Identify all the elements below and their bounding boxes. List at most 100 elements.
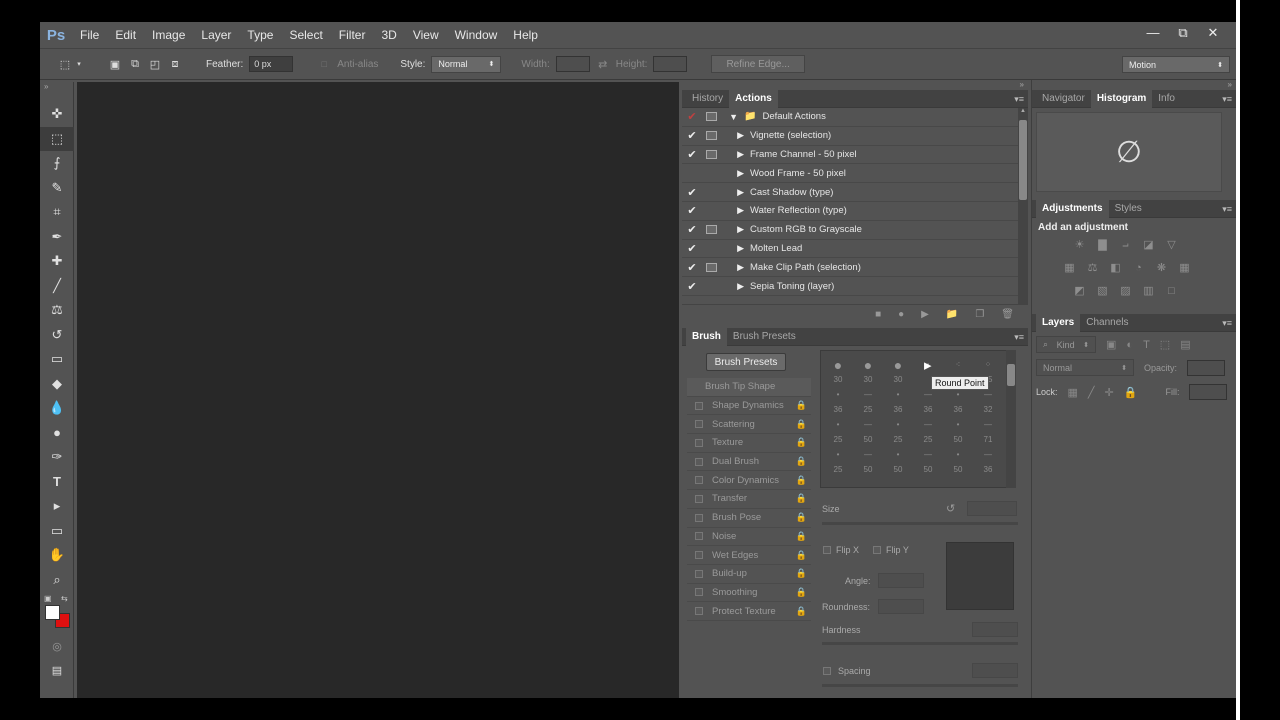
brush-tip-icon[interactable]: • [943, 417, 973, 432]
dialog-toggle[interactable] [702, 225, 720, 235]
menu-window[interactable]: Window [447, 22, 506, 48]
lock-icon[interactable]: 🔒 [796, 587, 807, 598]
hue-sat-icon[interactable]: ▦ [1062, 260, 1077, 275]
brush-option-row[interactable]: Scattering 🔒 [687, 415, 811, 435]
actions-scrollbar[interactable]: ▲ [1018, 108, 1028, 304]
refine-edge-button[interactable]: Refine Edge... [711, 55, 805, 73]
feather-input[interactable]: 0 px [249, 56, 294, 72]
curves-icon[interactable]: ⨼ [1118, 237, 1133, 252]
brush-tip-size[interactable]: 25 [913, 432, 943, 447]
lock-pixels-icon[interactable]: ▦ [1068, 386, 1078, 399]
spacing-input[interactable] [972, 663, 1018, 678]
action-set-row[interactable]: ✔ ▼ 📁 Default Actions [682, 108, 1028, 127]
brush-option-row[interactable]: Shape Dynamics 🔒 [687, 397, 811, 416]
brush-option-checkbox[interactable] [695, 569, 703, 578]
shape-filter-icon[interactable]: ⬚ [1160, 338, 1170, 351]
layers-menu-icon[interactable]: ▾≡ [1222, 314, 1232, 332]
style-select[interactable]: Normal ⬍ [431, 55, 502, 73]
tab-info[interactable]: Info [1152, 90, 1181, 108]
menu-type[interactable]: Type [239, 22, 281, 48]
collapse-triangle-icon[interactable]: ▶ [720, 224, 750, 235]
brush-option-checkbox[interactable] [695, 476, 703, 485]
brush-option-row[interactable]: Color Dynamics 🔒 [687, 471, 811, 491]
tab-channels[interactable]: Channels [1080, 314, 1134, 332]
restore-button[interactable]: ⧉ [1168, 22, 1198, 44]
brush-tip-icon[interactable]: ● [853, 357, 883, 373]
brush-option-row[interactable]: Transfer 🔒 [687, 490, 811, 509]
adjustments-menu-icon[interactable]: ▾≡ [1222, 200, 1232, 218]
angle-input[interactable] [878, 573, 924, 588]
hardness-input[interactable] [972, 622, 1018, 637]
panel-collapse-icon[interactable]: » [682, 80, 1028, 90]
brush-tip-icon[interactable]: • [823, 447, 853, 462]
marquee-preset-icon[interactable]: ⬚ [58, 57, 72, 71]
brush-tip-size[interactable]: 50 [913, 462, 943, 477]
brush-tip-icon[interactable]: • [883, 447, 913, 462]
brush-tip-size[interactable]: 25 [823, 462, 853, 477]
lock-icon[interactable]: 🔒 [796, 456, 807, 467]
brush-option-checkbox[interactable] [695, 588, 703, 597]
toggle-check-icon[interactable]: ✔ [682, 242, 702, 255]
eyedropper-tool-icon[interactable]: ✒ [40, 225, 74, 250]
posterize-icon[interactable]: ▧ [1095, 283, 1110, 298]
roundness-input[interactable] [878, 599, 924, 614]
tab-history[interactable]: History [686, 90, 729, 108]
exposure-icon[interactable]: ◪ [1141, 237, 1156, 252]
play-icon[interactable]: ▶ [921, 309, 929, 320]
toggle-check-icon[interactable]: ✔ [682, 280, 702, 293]
rectangle-tool-icon[interactable]: ▭ [40, 519, 74, 544]
type-filter-icon[interactable]: T [1143, 339, 1150, 351]
pen-tool-icon[interactable]: ✑ [40, 445, 74, 470]
action-row[interactable]: ✔ ▶ Frame Channel - 50 pixel [682, 146, 1028, 165]
brush-tip-size[interactable]: 25 [883, 432, 913, 447]
brush-tip-size[interactable]: 25 [853, 402, 883, 417]
toolbox-collapse-icon[interactable]: » [40, 82, 73, 102]
brush-angle-preview[interactable] [946, 542, 1014, 610]
menu-file[interactable]: File [72, 22, 107, 48]
preset-dropdown-icon[interactable]: ▾ [72, 57, 86, 71]
dialog-toggle[interactable] [702, 262, 720, 272]
toggle-check-icon[interactable]: ✔ [682, 129, 702, 142]
collapse-triangle-icon[interactable]: ▶ [720, 262, 750, 273]
brush-option-row[interactable]: Brush Pose 🔒 [687, 509, 811, 528]
brush-grid-scrollbar[interactable] [1006, 350, 1016, 488]
black-white-icon[interactable]: ◧ [1108, 260, 1123, 275]
brush-option-checkbox[interactable] [695, 532, 703, 541]
toggle-check-icon[interactable]: ✔ [682, 148, 702, 161]
healing-brush-tool-icon[interactable]: ✚ [40, 249, 74, 274]
collapse-triangle-icon[interactable]: ▶ [720, 130, 750, 141]
history-brush-tool-icon[interactable]: ↺ [40, 323, 74, 348]
antialias-checkbox[interactable]: □ [317, 57, 331, 71]
menu-layer[interactable]: Layer [193, 22, 239, 48]
brush-option-row[interactable]: Wet Edges 🔒 [687, 546, 811, 565]
lock-icon[interactable]: 🔒 [796, 475, 807, 486]
levels-icon[interactable]: ▇ [1095, 237, 1110, 252]
swap-icon[interactable]: ⇄ [596, 57, 610, 71]
toggle-check-icon[interactable]: ✔ [682, 204, 702, 217]
brush-tip-icon[interactable]: — [913, 417, 943, 432]
brush-tip-size[interactable]: 36 [883, 402, 913, 417]
menu-help[interactable]: Help [505, 22, 546, 48]
menu-view[interactable]: View [405, 22, 447, 48]
dialog-toggle[interactable] [702, 131, 720, 141]
brush-option-row[interactable]: Noise 🔒 [687, 528, 811, 547]
subtract-selection-icon[interactable]: ◰ [148, 57, 162, 71]
brush-tip-icon[interactable]: — [913, 447, 943, 462]
lock-all-icon[interactable]: 🔒 [1124, 386, 1138, 399]
record-icon[interactable]: ● [898, 309, 904, 320]
intersect-selection-icon[interactable]: ⧈ [168, 57, 182, 71]
brush-option-checkbox[interactable] [695, 420, 703, 429]
brush-tool-icon[interactable]: ╱ [40, 274, 74, 299]
brush-tip-icon[interactable]: ● [883, 357, 913, 373]
toggle-check-icon[interactable]: ✔ [682, 223, 702, 236]
action-row[interactable]: ✔ ▶ Cast Shadow (type) [682, 183, 1028, 202]
crop-tool-icon[interactable]: ⌗ [40, 200, 74, 225]
brush-tip-icon[interactable]: ● [823, 357, 853, 373]
color-lookup-icon[interactable]: ▦ [1177, 260, 1192, 275]
brush-tip-icon[interactable]: • [943, 447, 973, 462]
tab-layers[interactable]: Layers [1036, 313, 1081, 332]
screen-mode-icon[interactable]: ▤ [40, 659, 74, 684]
action-row[interactable]: ✔ ▶ Molten Lead [682, 240, 1028, 259]
gradient-map-icon[interactable]: ▥ [1141, 283, 1156, 298]
brush-tip-size[interactable]: 36 [913, 402, 943, 417]
